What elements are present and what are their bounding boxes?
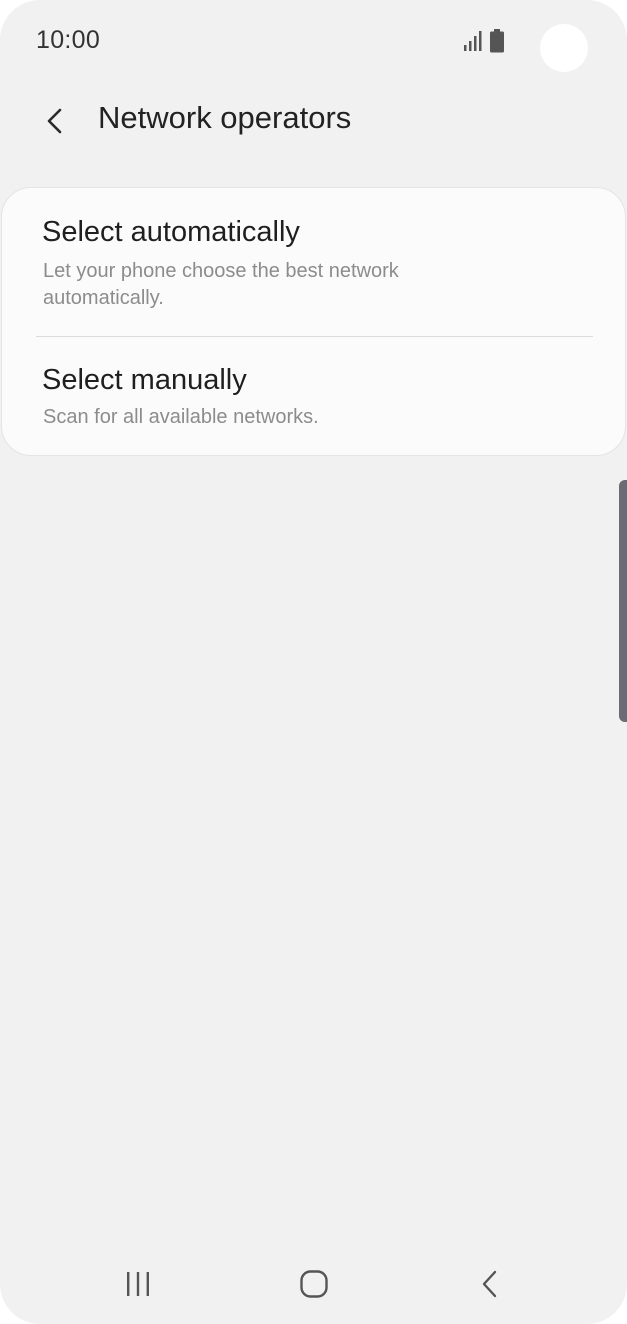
back-icon — [482, 1270, 497, 1298]
phone-screen: 10:00 Network operators Select automatic… — [0, 0, 627, 1324]
select-manually-option[interactable]: Select manually Scan for all available n… — [2, 337, 625, 455]
app-bar: Network operators — [0, 84, 627, 154]
option-title: Select manually — [42, 364, 247, 396]
option-title: Select automatically — [42, 216, 300, 248]
recent-apps-icon — [127, 1272, 149, 1296]
battery-icon — [490, 29, 504, 53]
scroll-indicator[interactable] — [619, 480, 627, 722]
home-icon — [300, 1270, 328, 1298]
back-button[interactable] — [30, 96, 80, 146]
home-button[interactable] — [284, 1258, 344, 1310]
signal-icon — [464, 31, 482, 51]
chevron-left-icon — [47, 108, 62, 134]
select-automatically-option[interactable]: Select automatically Let your phone choo… — [2, 188, 625, 336]
status-time: 10:00 — [36, 26, 101, 54]
status-bar: 10:00 — [0, 0, 627, 84]
navigation-bar — [0, 1250, 627, 1316]
option-description: Let your phone choose the best network a… — [43, 260, 399, 309]
recent-apps-button[interactable] — [108, 1258, 168, 1310]
option-description: Scan for all available networks. — [43, 406, 319, 428]
back-nav-button[interactable] — [460, 1258, 520, 1310]
page-title: Network operators — [98, 100, 352, 135]
camera-cutout — [540, 24, 588, 72]
options-card: Select automatically Let your phone choo… — [1, 187, 626, 456]
